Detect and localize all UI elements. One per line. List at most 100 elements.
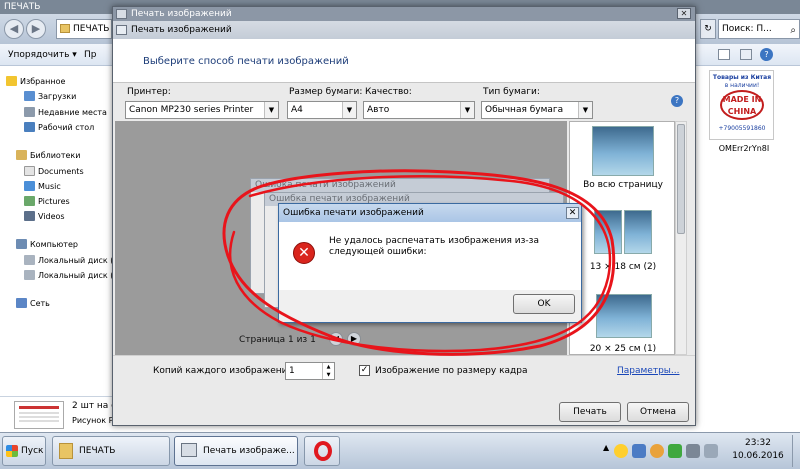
toolbar-next-button[interactable]: Пр — [84, 50, 96, 60]
nav-label: Компьютер — [30, 239, 78, 249]
spin-up-icon[interactable]: ▲ — [322, 363, 334, 371]
layout-label: 13 × 18 см (2) — [589, 262, 657, 272]
nav-libraries[interactable]: Библиотеки — [16, 150, 80, 160]
nav-label: Локальный диск ( — [38, 270, 114, 280]
forward-icon[interactable]: ▶ — [26, 19, 46, 39]
file-name[interactable]: OMErr2rYn8I — [714, 144, 774, 153]
next-page-icon[interactable]: ▶ — [347, 332, 361, 346]
printer-small-icon — [116, 25, 127, 35]
nav-label: Documents — [38, 166, 84, 176]
nav-music[interactable]: Music — [24, 181, 61, 191]
paper-size-select[interactable]: A4 ▼ — [287, 101, 357, 119]
layout-thumb-13x18-b[interactable] — [624, 210, 652, 254]
tray-expand-icon[interactable]: ▲ — [603, 443, 609, 452]
spin-down-icon[interactable]: ▼ — [322, 371, 334, 379]
view-icon[interactable] — [718, 49, 730, 60]
nav-label: Недавние места — [38, 107, 107, 117]
nav-desktop[interactable]: Рабочий стол — [24, 122, 94, 132]
error-message: Не удалось распечатать изображения из-за… — [329, 236, 539, 257]
clock-time: 23:32 — [745, 438, 771, 448]
fit-picture-checkbox[interactable]: ✓ — [359, 365, 370, 376]
nav-videos[interactable]: Videos — [24, 211, 65, 221]
ad-phone: +79005591860 — [718, 125, 766, 132]
printer-select[interactable]: Canon MP230 series Printer ▼ — [125, 101, 279, 119]
preview-stripe — [19, 406, 59, 409]
organize-button[interactable]: Упорядочить ▾ — [8, 50, 77, 60]
nav-label: Рабочий стол — [38, 122, 95, 132]
details-count: 2 шт на с — [72, 401, 117, 411]
nav-label: Библиотеки — [30, 150, 81, 160]
print-heading: Выберите способ печати изображений — [143, 56, 349, 67]
recent-places-icon — [24, 107, 35, 117]
tray-volume-icon[interactable] — [704, 444, 718, 458]
nav-label: Videos — [38, 211, 65, 221]
ok-button[interactable]: OK — [513, 294, 575, 314]
file-thumbnail[interactable]: Товары из Китая в наличии! MADE IN CHINA… — [709, 70, 774, 140]
scrollbar-thumb[interactable] — [677, 124, 685, 234]
taskbar-item-label: Печать изображе... — [203, 446, 295, 456]
preview-lines — [19, 412, 59, 424]
nav-label: Music — [38, 181, 61, 191]
videos-icon — [24, 211, 35, 221]
quality-select[interactable]: Авто ▼ — [363, 101, 475, 119]
start-button[interactable]: Пуск — [2, 436, 46, 466]
tray-a-icon[interactable] — [614, 444, 628, 458]
clock[interactable]: 23:32 10.06.2016 — [728, 437, 788, 463]
help-icon[interactable]: ? — [671, 95, 683, 107]
tray-mail-icon[interactable] — [632, 444, 646, 458]
layout-thumb-13x18-a[interactable] — [594, 210, 622, 254]
help-icon[interactable]: ? — [760, 48, 773, 61]
nav-downloads[interactable]: Загрузки — [24, 91, 76, 101]
nav-pictures[interactable]: Pictures — [24, 196, 70, 206]
nav-disk-2[interactable]: Локальный диск ( — [24, 270, 113, 280]
taskbar-item-opera[interactable] — [304, 436, 340, 466]
error-icon: ✕ — [293, 242, 315, 264]
disk-icon — [24, 255, 35, 265]
show-desktop-button[interactable] — [792, 435, 799, 467]
previous-page-icon[interactable]: ◀ — [329, 332, 343, 346]
layout-list: Во всю страницу 13 × 18 см (2) 20 × 25 с… — [569, 121, 675, 355]
close-icon[interactable]: ✕ — [566, 207, 579, 219]
copies-value: 1 — [289, 366, 295, 376]
tray-update-icon[interactable] — [650, 444, 664, 458]
nav-computer[interactable]: Компьютер — [16, 239, 78, 249]
paper-size-label: Размер бумаги: — [289, 87, 363, 97]
copies-spinner[interactable]: 1 ▲ ▼ — [285, 362, 335, 380]
taskbar-item-print[interactable]: Печать изображе... — [174, 436, 298, 466]
nav-network[interactable]: Сеть — [16, 298, 50, 308]
quality-value: Авто — [367, 105, 390, 115]
close-icon[interactable]: ✕ — [677, 8, 691, 19]
search-icon[interactable]: ⌕ — [790, 22, 796, 40]
clock-date: 10.06.2016 — [732, 451, 784, 461]
nav-disk-1[interactable]: Локальный диск ( — [24, 255, 113, 265]
chevron-down-icon: ▼ — [578, 102, 592, 118]
tray-check-icon[interactable] — [668, 444, 682, 458]
print-error-dialog: Ошибка печати изображений ✕ ✕ Не удалось… — [278, 203, 582, 323]
explorer-title: ПЕЧАТЬ — [4, 2, 41, 12]
ad-line-1: Товары из Китая — [712, 74, 772, 81]
nav-documents[interactable]: Documents — [24, 166, 84, 176]
opera-icon — [314, 441, 332, 461]
address-field[interactable]: ПЕЧАТЬ — [56, 19, 112, 39]
tray-network-icon[interactable] — [686, 444, 700, 458]
options-link[interactable]: Параметры... — [617, 366, 679, 376]
layout-thumb-full-page[interactable] — [592, 126, 654, 176]
preview-pane-icon[interactable] — [740, 49, 752, 60]
made-in-china-badge: MADE IN CHINA — [720, 90, 764, 120]
copies-label: Копий каждого изображения: — [153, 366, 296, 376]
refresh-icon[interactable]: ↻ — [700, 19, 716, 39]
nav-favorites[interactable]: Избранное — [6, 76, 65, 86]
cancel-button[interactable]: Отмена — [627, 402, 689, 422]
paper-type-select[interactable]: Обычная бумага ▼ — [481, 101, 593, 119]
back-icon[interactable]: ◀ — [4, 19, 24, 39]
layout-thumb-20x25[interactable] — [596, 294, 652, 338]
star-icon — [6, 76, 17, 86]
search-placeholder: Поиск: П... — [722, 24, 772, 34]
search-input[interactable]: Поиск: П... ⌕ — [718, 19, 800, 39]
taskbar-item-explorer[interactable]: ПЕЧАТЬ — [52, 436, 170, 466]
layout-scrollbar[interactable] — [675, 121, 687, 355]
nav-label: Pictures — [38, 196, 70, 206]
nav-recent[interactable]: Недавние места — [24, 107, 107, 117]
print-button[interactable]: Печать — [559, 402, 621, 422]
layout-label: Во всю страницу — [583, 180, 663, 190]
